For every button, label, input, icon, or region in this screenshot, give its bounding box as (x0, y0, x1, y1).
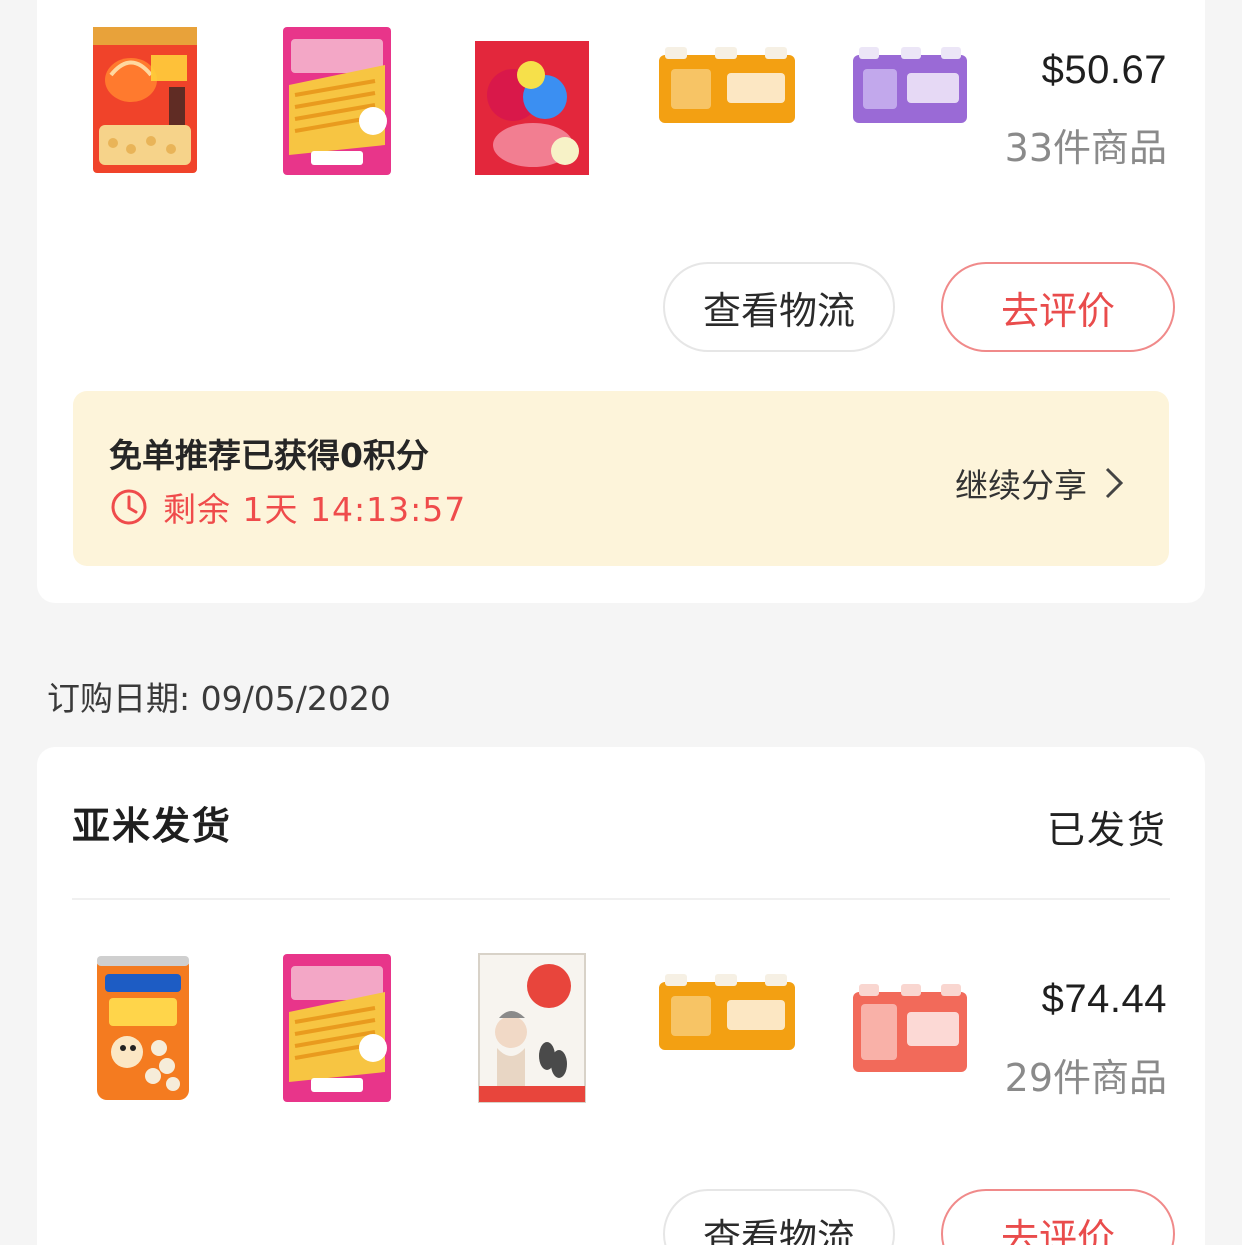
clock-icon (111, 489, 147, 525)
q-candy-icon (475, 27, 589, 175)
review-button[interactable]: 去评价 (941, 262, 1175, 352)
chevron-right-icon (1105, 467, 1124, 499)
order-list-page: $50.67 33件商品 查看物流 去评价 免单推荐已获得0积分 剩余 1天 1… (0, 0, 1242, 1245)
shrimp-crackers-icon (93, 27, 197, 173)
order-date: 订购日期: 09/05/2020 (47, 679, 391, 718)
shipper-label: 亚米发货 (72, 804, 233, 848)
product-thumbnails[interactable] (37, 25, 997, 185)
continue-share-label: 继续分享 (955, 466, 1087, 505)
item-count: 33件商品 (1004, 126, 1167, 170)
wangzai-can-icon (97, 956, 189, 1100)
pink-drink-pack-icon (853, 984, 967, 1072)
order-card[interactable]: 亚米发货 已发货 $74.44 29件商品 查看物流 去评价 (37, 747, 1205, 1245)
purple-drink-pack-icon (853, 47, 967, 123)
product-thumbnails[interactable] (37, 952, 997, 1112)
order-card[interactable]: $50.67 33件商品 查看物流 去评价 免单推荐已获得0积分 剩余 1天 1… (37, 0, 1205, 603)
sunflower-seeds-box-icon (478, 953, 586, 1103)
free-order-banner[interactable]: 免单推荐已获得0积分 剩余 1天 14:13:57 继续分享 (73, 391, 1169, 566)
countdown-text: 剩余 1天 14:13:57 (163, 490, 467, 529)
review-button[interactable]: 去评价 (941, 1189, 1175, 1245)
view-logistics-button[interactable]: 查看物流 (663, 1189, 895, 1245)
item-count: 29件商品 (1004, 1056, 1167, 1100)
order-price: $74.44 (1041, 977, 1167, 1021)
orange-drink-pack-icon (659, 974, 795, 1050)
view-logistics-button[interactable]: 查看物流 (663, 262, 895, 352)
order-price: $50.67 (1041, 48, 1167, 92)
divider (72, 898, 1170, 900)
banner-title: 免单推荐已获得0积分 (109, 436, 429, 475)
countdown: 剩余 1天 14:13:57 (109, 483, 466, 531)
orange-drink-pack-icon (659, 47, 795, 123)
continue-share-link[interactable]: 继续分享 (955, 459, 1125, 507)
shrimp-chips-icon (283, 954, 391, 1102)
shipper: 亚米发货 (72, 795, 233, 855)
shipping-status: 已发货 (1046, 808, 1167, 852)
shrimp-chips-icon (283, 27, 391, 175)
